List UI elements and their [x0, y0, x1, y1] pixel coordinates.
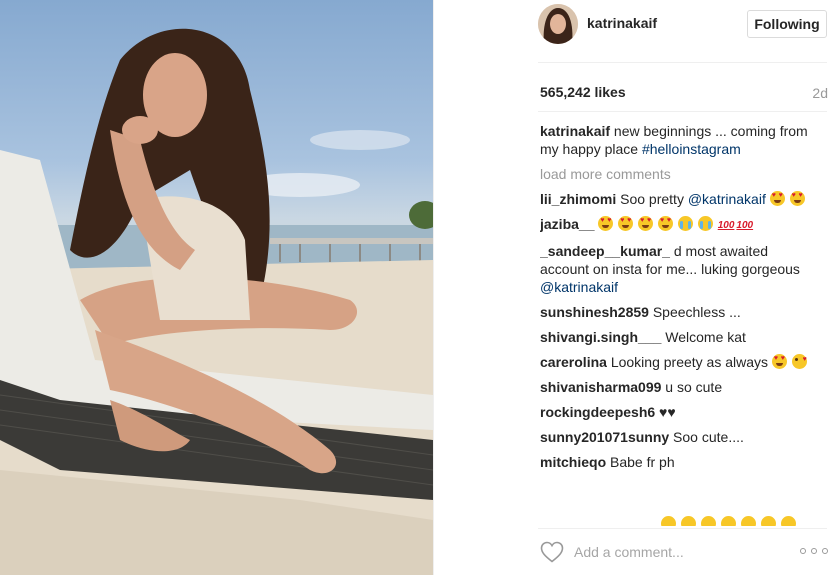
- comment-item: sunny201071sunny Soo cute....: [540, 428, 810, 446]
- comment-text: Looking preety as always: [606, 354, 772, 370]
- caption-username[interactable]: katrinakaif: [540, 123, 610, 139]
- comment-text: Speechless ...: [648, 304, 741, 320]
- comment-username[interactable]: sunny201071sunny: [540, 429, 669, 445]
- heart-eyes-emoji: [701, 516, 716, 526]
- heart-eyes-emoji: [598, 216, 614, 231]
- hundred-emoji: 100: [717, 220, 735, 231]
- add-comment-input[interactable]: [574, 541, 794, 563]
- comment-username[interactable]: _sandeep__kumar_: [540, 243, 670, 259]
- comment-item: lii_zhimomi Soo pretty @katrinakaif: [540, 190, 810, 208]
- heart-eyes-emoji: [721, 516, 736, 526]
- comment-item: sunshinesh2859 Speechless ...: [540, 303, 810, 321]
- comment-item: shivangi.singh___ Welcome kat: [540, 328, 810, 346]
- comment-text: Soo cute....: [669, 429, 744, 445]
- comment-text: Welcome kat: [661, 329, 746, 345]
- hashtag-link[interactable]: #helloinstagram: [642, 141, 741, 157]
- post-time[interactable]: 2d: [812, 85, 828, 101]
- black-heart-emoji: ♥: [667, 404, 676, 420]
- comment-text: u so cute: [661, 379, 723, 395]
- post-side-panel: katrinakaif Following 565,242 likes 2d k…: [434, 0, 839, 575]
- comment-list[interactable]: katrinakaif new beginnings ... coming fr…: [540, 122, 810, 517]
- comment-text: Soo pretty: [616, 191, 688, 207]
- caption: katrinakaif new beginnings ... coming fr…: [540, 122, 810, 158]
- following-button[interactable]: Following: [747, 10, 827, 38]
- heart-eyes-emoji: [761, 516, 776, 526]
- comment-username[interactable]: shivanisharma099: [540, 379, 661, 395]
- heart-eyes-emoji: [638, 216, 654, 231]
- ellipsis-icon[interactable]: [800, 548, 828, 556]
- mention-link[interactable]: @katrinakaif: [540, 279, 618, 295]
- heart-eyes-emoji: [658, 216, 674, 231]
- crying-emoji: [697, 216, 713, 231]
- comment-item: shivanisharma099 u so cute: [540, 378, 810, 396]
- comment-username[interactable]: mitchieqo: [540, 454, 606, 470]
- comment-username[interactable]: rockingdeepesh6: [540, 404, 655, 420]
- heart-eyes-emoji: [789, 191, 805, 206]
- likes-divider: [538, 111, 827, 112]
- heart-outline-icon[interactable]: [540, 541, 564, 563]
- load-more-comments-link[interactable]: load more comments: [540, 165, 810, 183]
- hundred-emoji: 100: [736, 220, 754, 231]
- heart-eyes-emoji: [741, 516, 756, 526]
- comment-item: carerolina Looking preety as always: [540, 351, 810, 371]
- comment-item: rockingdeepesh6 ♥♥: [540, 403, 810, 421]
- crying-emoji: [677, 216, 693, 231]
- comment-item: _sandeep__kumar_ d most awaited account …: [540, 242, 810, 296]
- likes-row: 565,242 likes 2d: [540, 84, 828, 104]
- heart-eyes-emoji: [769, 191, 785, 206]
- post-header: katrinakaif Following: [434, 0, 839, 64]
- kiss-emoji: [791, 351, 807, 369]
- comment-item: mitchieqo Babe fr ph: [540, 453, 810, 471]
- comment-text: Babe fr ph: [606, 454, 675, 470]
- heart-eyes-emoji: [618, 216, 634, 231]
- like-count[interactable]: 565,242 likes: [540, 84, 626, 100]
- comment-username[interactable]: lii_zhimomi: [540, 191, 616, 207]
- avatar[interactable]: [538, 4, 578, 44]
- mention-link[interactable]: @katrinakaif: [688, 191, 766, 207]
- heart-eyes-emoji: [661, 516, 676, 526]
- post-author-username[interactable]: katrinakaif: [587, 15, 657, 31]
- comment-username[interactable]: sunshinesh2859: [540, 304, 649, 320]
- actions-divider: [538, 528, 827, 529]
- post-photo-illustration: [0, 28, 433, 575]
- comment-username[interactable]: carerolina: [540, 354, 607, 370]
- comment-item: jaziba__ 100100: [540, 215, 810, 235]
- clipped-emoji-row: [661, 516, 811, 526]
- heart-eyes-emoji: [781, 516, 796, 526]
- heart-eyes-emoji: [681, 516, 696, 526]
- header-divider: [538, 62, 827, 63]
- heart-eyes-emoji: [771, 354, 787, 369]
- comment-username[interactable]: jaziba__: [540, 216, 594, 232]
- comment-username[interactable]: shivangi.singh___: [540, 329, 661, 345]
- post-photo[interactable]: [0, 0, 433, 575]
